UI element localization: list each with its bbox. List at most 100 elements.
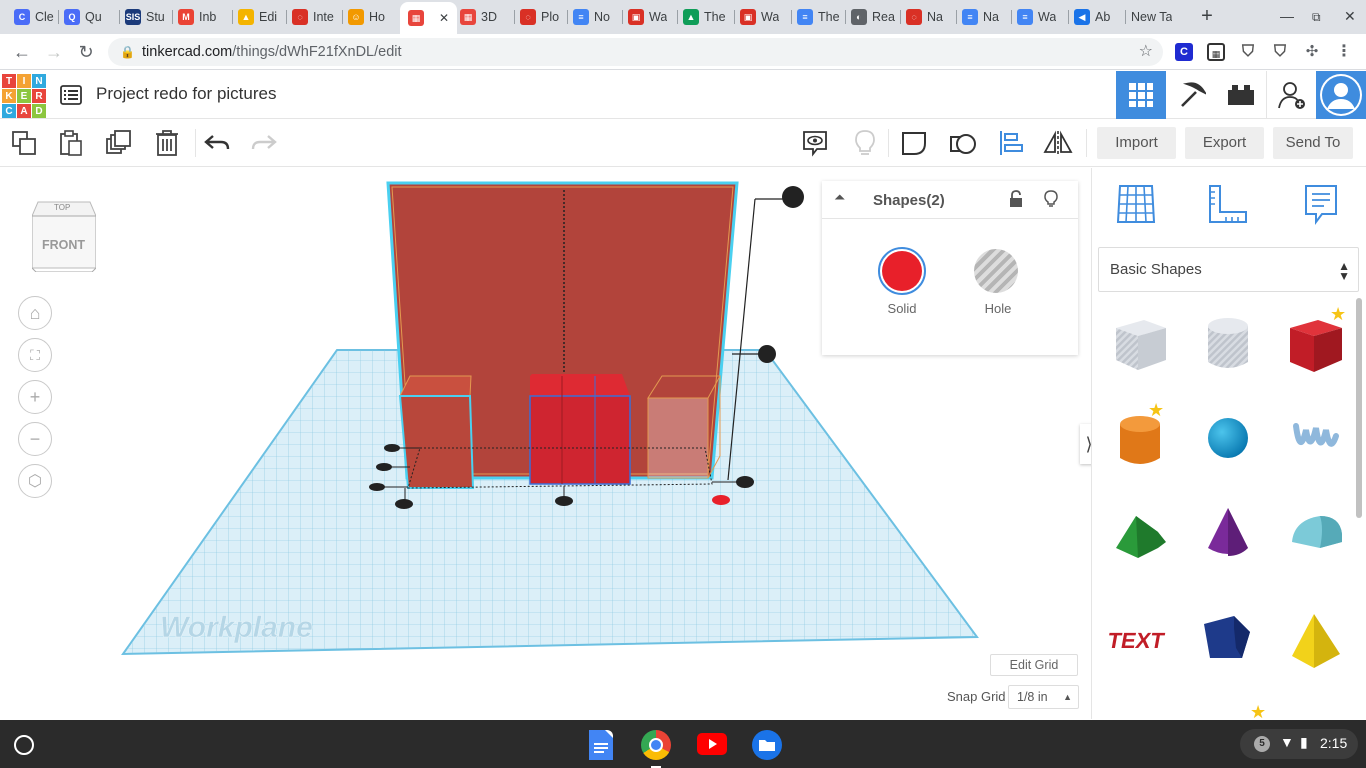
shape-polygon[interactable] <box>1196 606 1260 670</box>
workplane-tool-button[interactable] <box>1114 182 1158 226</box>
import-button[interactable]: Import <box>1097 127 1176 159</box>
notes-button[interactable] <box>800 128 830 158</box>
home-view-button[interactable]: ⌂ <box>18 296 52 330</box>
new-tab-button[interactable]: + <box>1197 6 1217 26</box>
browser-tab[interactable]: ▦ ✕ <box>400 2 458 34</box>
browser-tab[interactable]: ≡ No <box>573 4 610 30</box>
export-button[interactable]: Export <box>1185 127 1264 159</box>
ungroup-button[interactable] <box>948 128 978 158</box>
tab-favicon-icon: ▲ <box>238 9 254 25</box>
shape-round-roof[interactable] <box>1284 498 1348 562</box>
shape-library-select[interactable]: Basic Shapes ▲ ▼ <box>1098 247 1359 292</box>
shape-cylinder-hole[interactable] <box>1196 312 1260 376</box>
shape-pyramid[interactable] <box>1284 606 1348 670</box>
browser-tab[interactable]: ◀ Ab <box>1074 4 1110 30</box>
docs-app-icon[interactable] <box>589 730 613 760</box>
extension-c-icon[interactable]: C <box>1175 43 1193 61</box>
bricks-view-button[interactable] <box>1216 71 1266 119</box>
browser-tab[interactable]: ▲ The <box>683 4 726 30</box>
panel-scrollbar[interactable] <box>1356 298 1362 518</box>
tinkercad-logo[interactable]: TIN KER CAD <box>2 74 46 118</box>
browser-tab[interactable]: ≡ The <box>797 4 840 30</box>
shape-scribble[interactable] <box>1284 406 1348 470</box>
browser-tab[interactable]: ≡ Na <box>962 4 999 30</box>
browser-tab[interactable]: ▣ Wa <box>628 4 667 30</box>
design-view-button[interactable] <box>1116 71 1166 119</box>
shield-check-icon[interactable]: ⛉ <box>1271 43 1289 61</box>
align-button[interactable] <box>996 128 1026 158</box>
hole-swatch[interactable] <box>974 249 1018 293</box>
qr-code-icon[interactable]: ▦ <box>1207 43 1225 61</box>
collapse-inspector-icon[interactable]: ⏶ <box>834 189 845 206</box>
duplicate-button[interactable] <box>104 128 134 158</box>
shape-cylinder[interactable]: ★ <box>1108 400 1172 470</box>
puzzle-extensions-icon[interactable]: ✣ <box>1303 43 1321 61</box>
show-all-button[interactable] <box>850 128 880 158</box>
minimize-window-button[interactable]: — <box>1280 8 1294 24</box>
browser-tab[interactable]: ◌ Na <box>906 4 943 30</box>
undo-button[interactable] <box>202 128 232 158</box>
chrome-app-icon[interactable] <box>641 730 671 760</box>
group-button[interactable] <box>899 128 929 158</box>
copy-button[interactable] <box>9 128 39 158</box>
launcher-icon[interactable] <box>14 735 34 755</box>
lock-icon[interactable] <box>1009 190 1023 213</box>
snap-grid-select[interactable]: 1/8 in ▲ <box>1008 685 1079 709</box>
close-window-button[interactable]: ✕ <box>1344 8 1356 25</box>
shape-box-hole[interactable] <box>1108 312 1172 376</box>
shield-extension-icon[interactable]: ⛉ <box>1239 43 1257 61</box>
invite-user-button[interactable] <box>1266 71 1316 119</box>
shape-roof[interactable] <box>1108 498 1172 562</box>
browser-tab[interactable]: ▲ Edi <box>238 4 277 30</box>
reload-icon[interactable]: ↻ <box>76 42 96 62</box>
blocks-view-button[interactable] <box>1166 71 1216 119</box>
browser-menu-icon[interactable]: ⋮ <box>1335 43 1353 61</box>
url-input[interactable]: 🔒 tinkercad.com/things/dWhF21fXnDL/edit … <box>108 38 1163 66</box>
zoom-in-button[interactable]: + <box>18 380 52 414</box>
shape-cone[interactable] <box>1196 498 1260 562</box>
browser-tab[interactable]: ≡ Wa <box>1017 4 1056 30</box>
fit-view-button[interactable]: ⛶ <box>18 338 52 372</box>
close-tab-icon[interactable]: ✕ <box>439 11 449 25</box>
ruler-tool-button[interactable] <box>1206 182 1250 226</box>
maximize-window-button[interactable]: ⧉ <box>1312 10 1321 25</box>
files-app-icon[interactable] <box>752 730 782 760</box>
redo-button[interactable] <box>249 128 279 158</box>
edit-grid-button[interactable]: Edit Grid <box>990 654 1078 676</box>
youtube-app-icon[interactable] <box>697 733 727 755</box>
ortho-view-button[interactable]: ⬡ <box>18 464 52 498</box>
shape-text[interactable]: TEXT <box>1106 606 1172 670</box>
collapse-panel-button[interactable]: ⟩ <box>1080 424 1091 464</box>
browser-tab[interactable]: New Ta <box>1131 4 1172 30</box>
shape-sphere[interactable] <box>1196 406 1260 470</box>
browser-tab[interactable]: ☺ Ho <box>348 4 385 30</box>
lightbulb-icon[interactable] <box>1044 190 1058 213</box>
minus-icon: − <box>29 428 41 449</box>
user-avatar[interactable] <box>1316 71 1366 119</box>
mirror-button[interactable] <box>1043 128 1073 158</box>
back-arrow-icon[interactable]: ← <box>12 42 32 62</box>
system-tray[interactable]: 5 ▼ ▮ 2:15 <box>1240 729 1358 759</box>
browser-tab[interactable]: ▣ Wa <box>740 4 779 30</box>
browser-tab[interactable]: Q Qu <box>64 4 102 30</box>
browser-tab[interactable]: M Inb <box>178 4 216 30</box>
paste-button[interactable] <box>56 128 86 158</box>
view-cube[interactable]: TOP FRONT <box>31 196 97 273</box>
browser-tab[interactable]: ◐ Rea <box>851 4 895 30</box>
browser-tab[interactable]: ◌ Inte <box>292 4 334 30</box>
project-title[interactable]: Project redo for pictures <box>96 84 276 104</box>
3d-workspace[interactable]: Workplane TOP FRONT ⌂ ⛶ + − ⬡ ⏶ Shapes(2… <box>0 168 1091 719</box>
browser-tab[interactable]: C Cle <box>14 4 54 30</box>
browser-tab[interactable]: ◌ Plo <box>520 4 559 30</box>
forward-arrow-icon[interactable]: → <box>44 42 64 62</box>
browser-tab[interactable]: ▦ 3D <box>460 4 497 30</box>
shape-box[interactable]: ★ <box>1284 304 1348 376</box>
solid-color-swatch[interactable] <box>878 247 926 295</box>
zoom-out-button[interactable]: − <box>18 422 52 456</box>
notes-tool-button[interactable] <box>1298 182 1342 226</box>
delete-button[interactable] <box>152 128 182 158</box>
project-list-icon[interactable] <box>60 85 82 105</box>
send-to-button[interactable]: Send To <box>1273 127 1353 159</box>
browser-tab[interactable]: SIS Stu <box>125 4 165 30</box>
bookmark-star-icon[interactable]: ☆ <box>1139 38 1153 66</box>
